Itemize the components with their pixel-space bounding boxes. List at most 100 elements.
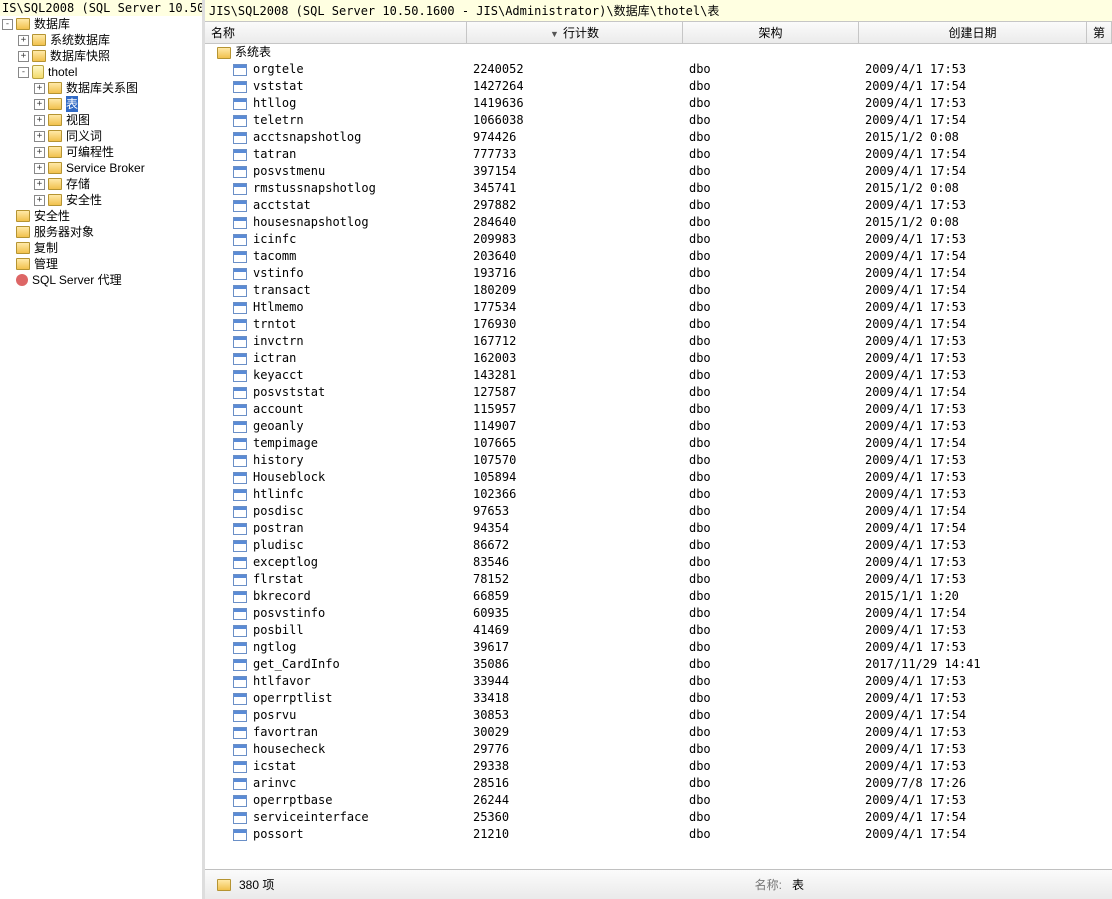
table-row[interactable]: Houseblock105894dbo2009/4/1 17:53 — [205, 469, 1112, 486]
tree-node[interactable]: SQL Server 代理 — [2, 272, 202, 288]
table-row[interactable]: flrstat78152dbo2009/4/1 17:53 — [205, 571, 1112, 588]
tree-node[interactable]: +系统数据库 — [2, 32, 202, 48]
table-row[interactable]: htlfavor33944dbo2009/4/1 17:53 — [205, 673, 1112, 690]
table-row[interactable]: tempimage107665dbo2009/4/1 17:54 — [205, 435, 1112, 452]
tree-node[interactable]: +存储 — [2, 176, 202, 192]
row-date: 2009/4/1 17:53 — [859, 554, 1087, 571]
table-row[interactable]: history107570dbo2009/4/1 17:53 — [205, 452, 1112, 469]
collapse-icon[interactable]: - — [18, 67, 29, 78]
table-icon — [233, 778, 247, 790]
expand-icon[interactable]: + — [34, 83, 45, 94]
table-row[interactable]: htlinfc102366dbo2009/4/1 17:53 — [205, 486, 1112, 503]
table-row[interactable]: vstinfo193716dbo2009/4/1 17:54 — [205, 265, 1112, 282]
row-schema: dbo — [683, 435, 859, 452]
expand-icon[interactable]: + — [34, 115, 45, 126]
table-row[interactable]: tacomm203640dbo2009/4/1 17:54 — [205, 248, 1112, 265]
table-row[interactable]: housecheck29776dbo2009/4/1 17:53 — [205, 741, 1112, 758]
table-row[interactable]: geoanly114907dbo2009/4/1 17:53 — [205, 418, 1112, 435]
expand-icon[interactable]: + — [34, 131, 45, 142]
table-row[interactable]: posbill41469dbo2009/4/1 17:53 — [205, 622, 1112, 639]
row-count: 107665 — [467, 435, 683, 452]
expand-icon[interactable]: + — [34, 195, 45, 206]
table-row[interactable]: possort21210dbo2009/4/1 17:54 — [205, 826, 1112, 843]
table-row[interactable]: Htlmemo177534dbo2009/4/1 17:53 — [205, 299, 1112, 316]
table-row[interactable]: operrptbase26244dbo2009/4/1 17:53 — [205, 792, 1112, 809]
table-row[interactable]: orgtele2240052dbo2009/4/1 17:53 — [205, 61, 1112, 78]
expand-icon[interactable]: + — [18, 51, 29, 62]
tree-node[interactable]: +视图 — [2, 112, 202, 128]
table-row[interactable]: account115957dbo2009/4/1 17:53 — [205, 401, 1112, 418]
system-tables-group[interactable]: 系统表 — [205, 44, 1112, 61]
table-row[interactable]: transact180209dbo2009/4/1 17:54 — [205, 282, 1112, 299]
table-row[interactable]: serviceinterface25360dbo2009/4/1 17:54 — [205, 809, 1112, 826]
table-row[interactable]: housesnapshotlog284640dbo2015/1/2 0:08 — [205, 214, 1112, 231]
table-row[interactable]: invctrn167712dbo2009/4/1 17:53 — [205, 333, 1112, 350]
object-explorer-tree[interactable]: -数据库+系统数据库+数据库快照-thotel+数据库关系图+表+视图+同义词+… — [0, 16, 202, 288]
row-count: 39617 — [467, 639, 683, 656]
table-row[interactable]: posrvu30853dbo2009/4/1 17:54 — [205, 707, 1112, 724]
tree-node[interactable]: -数据库 — [2, 16, 202, 32]
folder-icon — [16, 258, 30, 270]
table-row[interactable]: bkrecord66859dbo2015/1/1 1:20 — [205, 588, 1112, 605]
table-row[interactable]: keyacct143281dbo2009/4/1 17:53 — [205, 367, 1112, 384]
detail-column-header: 名称 ▼行计数 架构 创建日期 第 — [205, 21, 1112, 44]
detail-list[interactable]: 系统表orgtele2240052dbo2009/4/1 17:53vststa… — [205, 44, 1112, 869]
table-row[interactable]: exceptlog83546dbo2009/4/1 17:53 — [205, 554, 1112, 571]
column-header-name[interactable]: 名称 — [205, 22, 467, 43]
table-row[interactable]: icinfc209983dbo2009/4/1 17:53 — [205, 231, 1112, 248]
table-name: acctsnapshotlog — [253, 129, 361, 146]
table-row[interactable]: ictran162003dbo2009/4/1 17:53 — [205, 350, 1112, 367]
table-icon — [233, 64, 247, 76]
table-row[interactable]: posdisc97653dbo2009/4/1 17:54 — [205, 503, 1112, 520]
expander-blank — [2, 259, 13, 270]
row-schema: dbo — [683, 809, 859, 826]
row-schema: dbo — [683, 486, 859, 503]
table-row[interactable]: get_CardInfo35086dbo2017/11/29 14:41 — [205, 656, 1112, 673]
table-row[interactable]: tatran777733dbo2009/4/1 17:54 — [205, 146, 1112, 163]
expand-icon[interactable]: + — [18, 35, 29, 46]
expand-icon[interactable]: + — [34, 163, 45, 174]
table-row[interactable]: operrptlist33418dbo2009/4/1 17:53 — [205, 690, 1112, 707]
table-row[interactable]: posvststat127587dbo2009/4/1 17:54 — [205, 384, 1112, 401]
table-row[interactable]: icstat29338dbo2009/4/1 17:53 — [205, 758, 1112, 775]
table-name: vststat — [253, 78, 304, 95]
tree-node[interactable]: +可编程性 — [2, 144, 202, 160]
tree-node[interactable]: +Service Broker — [2, 160, 202, 176]
column-header-extra[interactable]: 第 — [1087, 22, 1112, 43]
table-row[interactable]: arinvc28516dbo2009/7/8 17:26 — [205, 775, 1112, 792]
table-row[interactable]: favortran30029dbo2009/4/1 17:53 — [205, 724, 1112, 741]
tree-node[interactable]: +数据库关系图 — [2, 80, 202, 96]
table-row[interactable]: acctstat297882dbo2009/4/1 17:53 — [205, 197, 1112, 214]
tree-node[interactable]: 服务器对象 — [2, 224, 202, 240]
table-row[interactable]: postran94354dbo2009/4/1 17:54 — [205, 520, 1112, 537]
table-row[interactable]: posvstinfo60935dbo2009/4/1 17:54 — [205, 605, 1112, 622]
table-row[interactable]: ngtlog39617dbo2009/4/1 17:53 — [205, 639, 1112, 656]
tree-node[interactable]: -thotel — [2, 64, 202, 80]
column-header-created[interactable]: 创建日期 — [859, 22, 1087, 43]
table-icon — [233, 693, 247, 705]
collapse-icon[interactable]: - — [2, 19, 13, 30]
table-row[interactable]: trntot176930dbo2009/4/1 17:54 — [205, 316, 1112, 333]
table-row[interactable]: posvstmenu397154dbo2009/4/1 17:54 — [205, 163, 1112, 180]
tree-node[interactable]: +表 — [2, 96, 202, 112]
expand-icon[interactable]: + — [34, 179, 45, 190]
table-row[interactable]: htllog1419636dbo2009/4/1 17:53 — [205, 95, 1112, 112]
table-row[interactable]: vststat1427264dbo2009/4/1 17:54 — [205, 78, 1112, 95]
tree-node[interactable]: +同义词 — [2, 128, 202, 144]
column-header-rowcount[interactable]: ▼行计数 — [467, 22, 683, 43]
expand-icon[interactable]: + — [34, 147, 45, 158]
object-explorer-panel[interactable]: IS\SQL2008 (SQL Server 10.50.1600 - -数据库… — [0, 0, 205, 899]
table-row[interactable]: pludisc86672dbo2009/4/1 17:53 — [205, 537, 1112, 554]
tree-node[interactable]: +安全性 — [2, 192, 202, 208]
tree-node[interactable]: 安全性 — [2, 208, 202, 224]
table-row[interactable]: rmstussnapshotlog345741dbo2015/1/2 0:08 — [205, 180, 1112, 197]
tree-node[interactable]: 管理 — [2, 256, 202, 272]
tree-node[interactable]: +数据库快照 — [2, 48, 202, 64]
table-row[interactable]: teletrn1066038dbo2009/4/1 17:54 — [205, 112, 1112, 129]
table-name: icinfc — [253, 231, 296, 248]
tree-node[interactable]: 复制 — [2, 240, 202, 256]
expand-icon[interactable]: + — [34, 99, 45, 110]
column-header-schema[interactable]: 架构 — [683, 22, 859, 43]
table-row[interactable]: acctsnapshotlog974426dbo2015/1/2 0:08 — [205, 129, 1112, 146]
expander-blank — [2, 211, 13, 222]
